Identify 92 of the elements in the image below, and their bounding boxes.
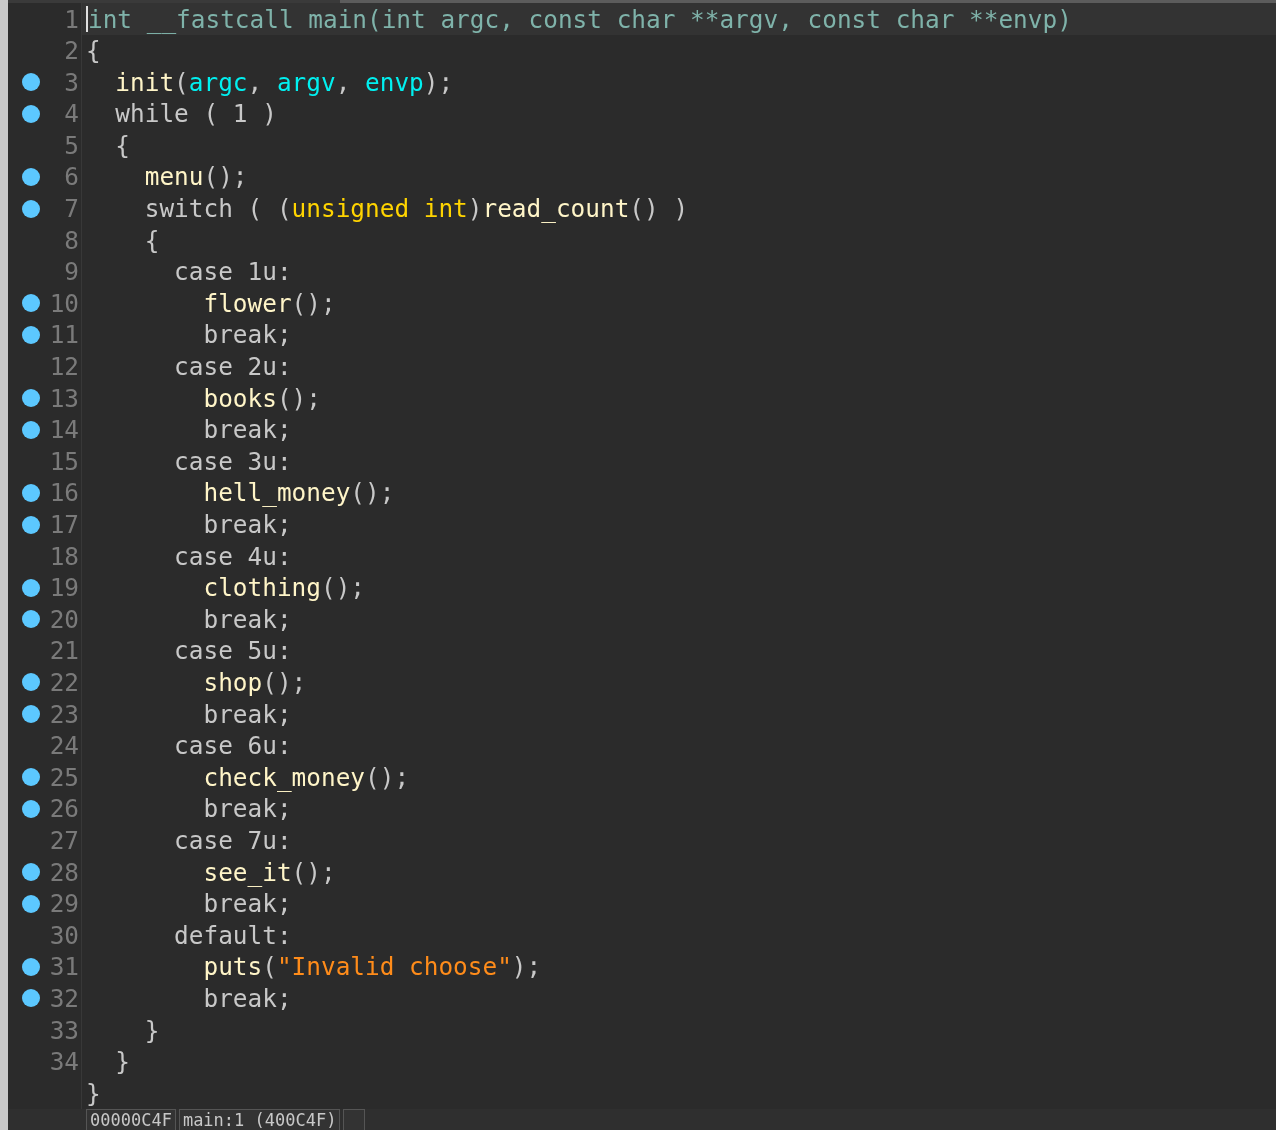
code-line: case 5u: [173,636,292,666]
breakpoint-dot[interactable] [22,705,40,724]
code-line: case 7u: [173,825,292,855]
line-number: 26 [49,794,79,824]
breakpoint-dot[interactable] [22,199,40,218]
breakpoint-dot[interactable] [22,768,40,787]
breakpoint-dot[interactable] [22,483,40,502]
code-line: } [86,1078,101,1108]
line-number: 22 [49,668,79,697]
code-line: { [114,130,131,160]
code-line: { [143,225,160,255]
breakpoint-dot[interactable] [22,989,40,1008]
code-line: case 6u: [173,731,292,761]
line-number: 3 [64,67,79,97]
line-number: 8 [64,225,79,255]
line-number: 33 [49,1015,79,1045]
line-number: 23 [49,699,79,729]
line-number: 10 [49,288,79,318]
line-number: 11 [49,320,79,350]
breakpoint-dot[interactable] [22,894,40,913]
code-line: int __fastcall main(int argc, const char **argv, const char **envp) [88,4,1072,34]
line-number: 27 [49,825,79,855]
line-number: 24 [49,731,79,761]
line-number: 13 [49,383,79,413]
line-number: 6 [64,162,79,192]
line-number: 18 [49,541,79,571]
code-line: hell_money(); [202,478,395,508]
code-line: init(argc, argv, envp); [114,67,454,97]
code-line: default: [173,920,292,950]
breakpoint-dot[interactable] [22,673,40,692]
code-line: break; [202,604,292,634]
line-number: 19 [49,573,79,603]
line-number: 14 [49,415,79,445]
line-number: 7 [64,194,79,224]
code-line: books(); [202,383,321,413]
line-number: 15 [49,446,79,476]
line-number: 17 [49,510,79,539]
breakpoint-dot[interactable] [22,863,40,882]
breakpoint-dot[interactable] [22,73,40,92]
breakpoint-dot[interactable] [22,957,40,976]
line-number: 12 [49,352,79,382]
code-line: puts("Invalid choose"); [202,952,542,982]
line-number: 32 [49,983,79,1013]
code-line: case 3u: [173,446,292,476]
line-number: 25 [49,762,79,792]
breakpoint-dot[interactable] [22,104,40,123]
code-line: case 2u: [173,352,292,382]
code-line: while ( 1 ) [114,99,277,129]
line-number: 1 [64,4,79,34]
code-line: break; [202,889,292,919]
code-line: break; [202,699,292,729]
line-number: 31 [49,952,79,982]
code-line: { [86,36,101,66]
code-line: menu(); [143,162,248,192]
line-number: 4 [64,99,79,129]
code-line: case 1u: [173,257,292,287]
code-line: shop(); [202,668,307,697]
line-number: 29 [49,889,79,919]
code-line: } [143,1015,160,1045]
breakpoint-dot[interactable] [22,799,40,818]
code-line: clothing(); [202,573,365,603]
line-number: 9 [64,257,79,287]
code-line: switch ( (unsigned int)read_count() ) [143,194,689,224]
line-number: 20 [49,604,79,634]
line-number: 34 [49,1047,79,1077]
breakpoint-dot[interactable] [22,610,40,629]
text-cursor [86,6,88,32]
line-number: 28 [49,857,79,887]
status-field: 00000C4F [86,1109,176,1130]
breakpoint-dot[interactable] [22,578,40,597]
line-number: 21 [49,636,79,666]
breakpoint-dot[interactable] [22,420,40,439]
code-line: break; [202,983,292,1013]
line-number: 2 [64,36,79,66]
code-line: } [114,1047,131,1077]
breakpoint-dot[interactable] [22,294,40,313]
line-number: 30 [49,920,79,950]
line-number: 16 [49,478,79,508]
code-line: break; [202,794,292,824]
line-number: 5 [64,130,79,160]
breakpoint-dot[interactable] [22,389,40,408]
breakpoint-dot[interactable] [22,515,40,534]
breakpoint-dot[interactable] [22,168,40,186]
breakpoint-dot[interactable] [22,325,40,344]
code-line: break; [202,415,292,445]
code-line: case 4u: [173,541,292,571]
code-line: break; [202,510,292,539]
code-line: see_it(); [202,857,336,887]
code-line: check_money(); [202,762,410,792]
code-line: break; [202,320,292,350]
status-field: main:1 (400C4F) [178,1109,341,1130]
code-line: flower(); [202,288,336,318]
